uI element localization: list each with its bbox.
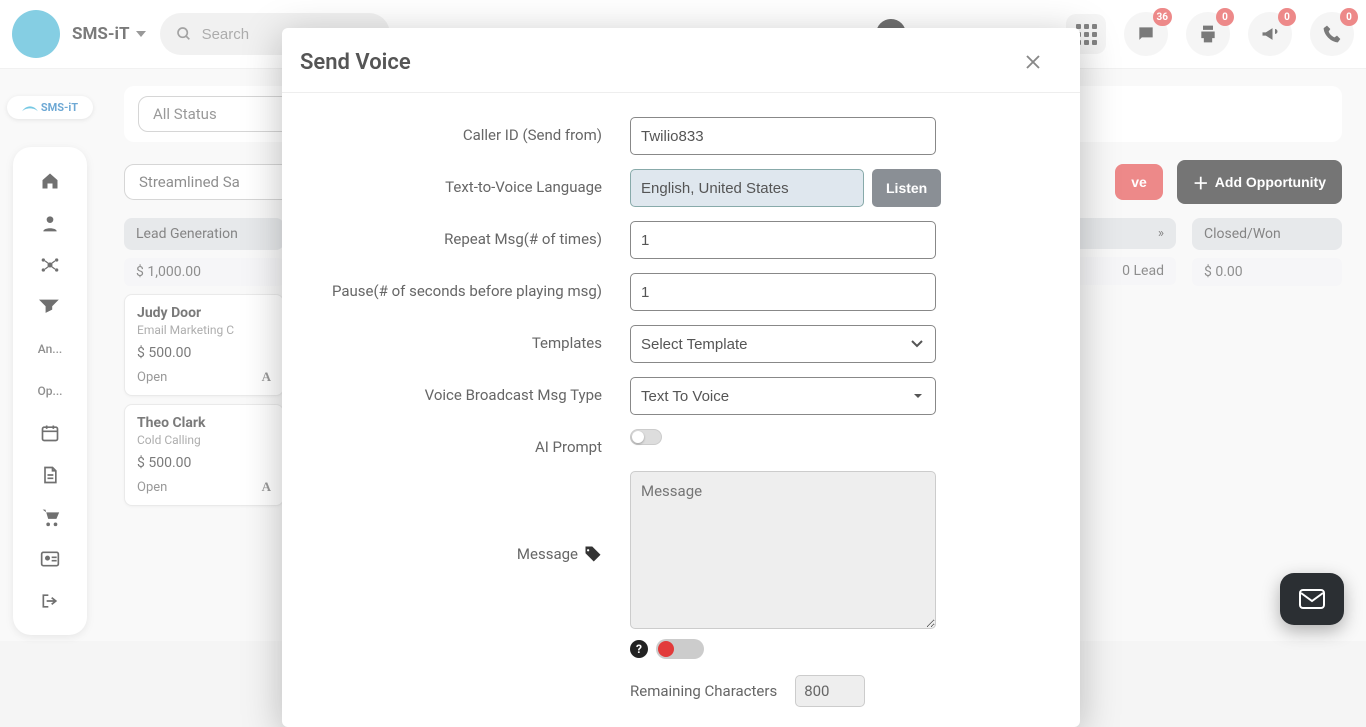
modal-header: Send Voice (282, 28, 1080, 93)
message-textarea[interactable] (630, 471, 936, 629)
pause-label: Pause(# of seconds before playing msg) (306, 273, 630, 301)
pause-input[interactable] (630, 273, 936, 311)
templates-select[interactable]: Select Template (630, 325, 936, 363)
message-label: Message (517, 544, 578, 564)
msg-type-select[interactable]: Text To Voice (630, 377, 936, 415)
ai-prompt-label: AI Prompt (306, 429, 630, 457)
close-button[interactable] (1024, 46, 1056, 78)
caller-id-label: Caller ID (Send from) (306, 117, 630, 145)
mail-icon (1298, 588, 1326, 610)
repeat-input[interactable] (630, 221, 936, 259)
help-icon[interactable]: ? (630, 640, 648, 658)
close-icon (1024, 53, 1042, 71)
mail-fab[interactable] (1280, 573, 1344, 625)
templates-label: Templates (306, 325, 630, 353)
secondary-toggle[interactable] (656, 639, 704, 659)
listen-button[interactable]: Listen (872, 169, 941, 207)
language-label: Text-to-Voice Language (306, 169, 630, 197)
modal-title: Send Voice (300, 50, 411, 75)
remaining-count: 800 (795, 675, 865, 707)
repeat-label: Repeat Msg(# of times) (306, 221, 630, 249)
language-input[interactable] (630, 169, 864, 207)
tag-icon[interactable] (584, 545, 602, 563)
remaining-label: Remaining Characters (630, 682, 777, 700)
send-voice-modal: Send Voice Caller ID (Send from) Text-to… (282, 28, 1080, 727)
msg-type-label: Voice Broadcast Msg Type (306, 377, 630, 405)
ai-prompt-toggle[interactable] (630, 429, 662, 445)
caller-id-input[interactable] (630, 117, 936, 155)
